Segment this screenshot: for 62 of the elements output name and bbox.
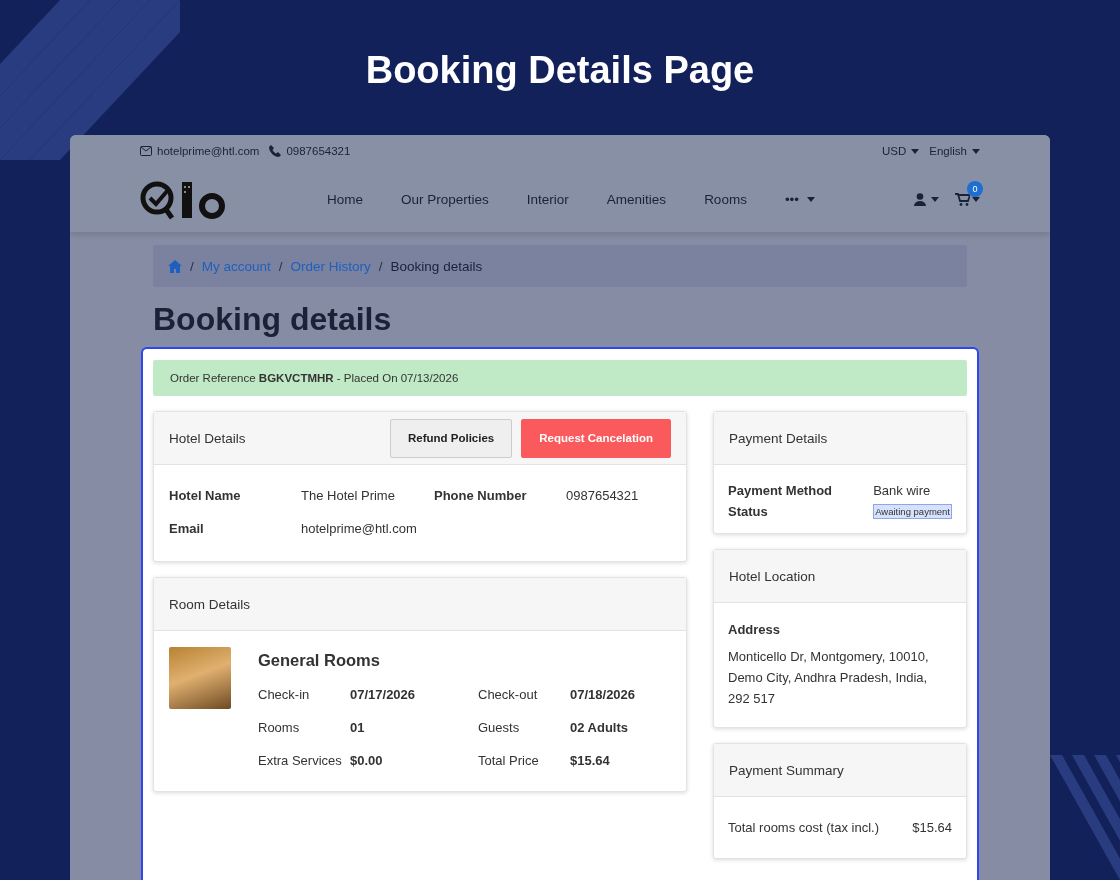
field-label: Phone Number (434, 487, 528, 505)
photo-placeholder (169, 647, 231, 709)
field-value: 01 (350, 719, 366, 737)
user-icon (914, 193, 926, 206)
field-label: Check-out (478, 686, 539, 704)
page-title: Booking Details Page (365, 48, 755, 93)
field-value: The Hotel Prime (301, 487, 396, 505)
address-text: Monticello Dr, Montgomery, 10010, Demo City, Andhra Pradesh, India, 292 517 (728, 648, 930, 708)
phone-icon (269, 145, 282, 157)
caret-icon (807, 197, 816, 202)
cart-icon[interactable] (955, 193, 970, 206)
page-heading: Booking details (153, 301, 393, 339)
mail-icon (140, 146, 152, 156)
field-label: Guests (478, 719, 521, 737)
field-label: Total Price (478, 752, 540, 770)
field-value: 07/17/2026 (350, 686, 417, 704)
nav-link[interactable]: Our Properties (382, 192, 508, 207)
nav-link[interactable]: Home (308, 192, 382, 207)
card-title: Payment Details (729, 430, 829, 446)
breadcrumb-separator: / (378, 258, 383, 274)
card-title: Room Details (169, 596, 252, 612)
field-label: Extra Services (258, 752, 343, 770)
field-label: Email (169, 520, 205, 538)
field-label: Status (728, 504, 769, 519)
card-title: Payment Summary (729, 762, 845, 778)
field-label: Check-in (258, 686, 311, 704)
caret-icon (911, 148, 920, 154)
breadcrumb-current: Booking details (390, 258, 483, 274)
status-badge: Awaiting payment (873, 504, 952, 519)
field-value: hotelprime@htl.com (301, 520, 418, 538)
field-label: Hotel Name (169, 487, 242, 505)
refund-policies-button[interactable]: Refund Policies (389, 418, 513, 458)
caret-icon (931, 197, 939, 202)
currency-dropdown[interactable]: USD (882, 145, 920, 157)
card-title: Hotel Details (169, 430, 247, 446)
card-title: Hotel Location (729, 568, 817, 584)
more-menu-button[interactable]: ••• (765, 192, 835, 207)
summary-label: Total rooms cost (tax incl.) (728, 819, 879, 837)
nav-link[interactable]: Rooms (685, 192, 766, 207)
field-label: Payment Method (728, 483, 833, 498)
room-name: General Rooms (258, 651, 381, 670)
field-label: Rooms (258, 719, 301, 737)
field-value: $0.00 (350, 752, 384, 770)
summary-value: $15.64 (912, 819, 952, 837)
order-reference-alert: Order Reference BGKVCTMHR - Placed On 07/13/2026 (153, 360, 967, 396)
field-value: Bank wire (873, 483, 932, 498)
account-menu-button[interactable] (914, 193, 939, 206)
field-value: 07/18/2026 (570, 686, 637, 704)
nav-link[interactable]: Interior (507, 192, 588, 207)
caret-icon (972, 148, 980, 154)
field-value: $15.64 (570, 752, 611, 770)
cart-count-badge: 0 (967, 181, 983, 197)
breadcrumb-separator: / (278, 258, 283, 274)
language-dropdown[interactable]: English (929, 145, 980, 157)
field-value: 0987654321 (566, 487, 640, 505)
cancel-request-button[interactable]: Request Cancelation (521, 418, 671, 458)
nav-link[interactable]: Amenities (587, 192, 686, 207)
contact-phone: 0987654321 (286, 145, 351, 157)
contact-email: hotelprime@htl.com (157, 145, 260, 157)
field-label: Address (728, 621, 782, 639)
field-value: 02 Adults (570, 719, 630, 737)
breadcrumb-separator: / (190, 258, 194, 274)
